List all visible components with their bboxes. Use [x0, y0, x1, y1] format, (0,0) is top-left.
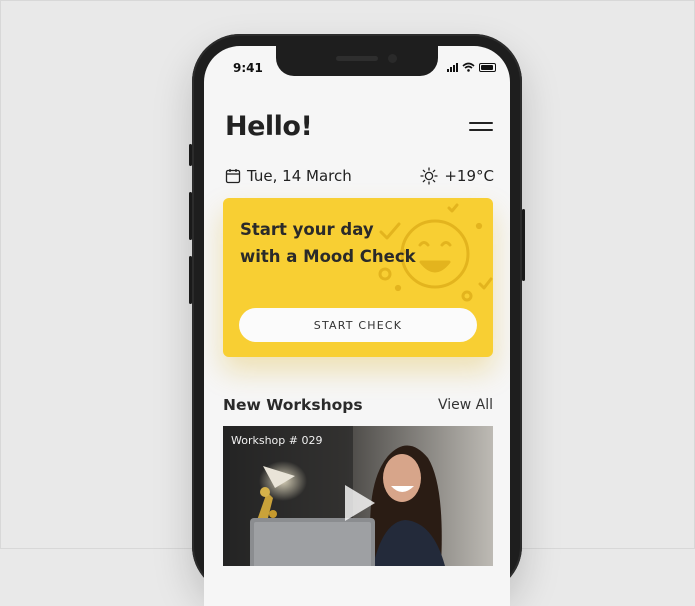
mood-card-title: Start your day with a Mood Check	[240, 216, 440, 270]
signal-icon	[447, 62, 458, 72]
mood-title-line2: with a Mood Check	[240, 247, 416, 266]
speaker	[336, 56, 378, 61]
status-icons	[447, 62, 496, 72]
phone-frame: 9:41 Hello! Tue, 14 March +19°C Start yo…	[189, 34, 525, 606]
date-label: Tue, 14 March	[247, 167, 352, 185]
power-button	[522, 209, 525, 281]
weather-info: +19°C	[420, 167, 494, 185]
workshops-title: New Workshops	[223, 396, 363, 414]
status-time: 9:41	[233, 61, 263, 75]
battery-icon	[479, 62, 496, 72]
mute-switch	[189, 144, 192, 166]
mood-check-card: Start your day with a Mood Check START C…	[223, 198, 493, 357]
volume-down-button	[189, 256, 192, 304]
workshops-header: New Workshops View All	[223, 396, 493, 414]
volume-up-button	[189, 192, 192, 240]
workshop-label: Workshop # 029	[231, 434, 323, 447]
workshop-card[interactable]: Workshop # 029	[223, 426, 493, 566]
app-screen: 9:41 Hello! Tue, 14 March +19°C Start yo…	[204, 46, 510, 606]
camera	[388, 54, 397, 63]
wifi-icon	[462, 62, 475, 72]
play-icon[interactable]	[339, 481, 379, 525]
mood-title-line1: Start your day	[240, 220, 374, 239]
view-all-link[interactable]: View All	[438, 397, 493, 413]
start-check-button[interactable]: START CHECK	[239, 308, 477, 342]
menu-icon[interactable]	[469, 122, 493, 136]
sun-icon	[420, 167, 439, 185]
page-title: Hello!	[225, 111, 313, 142]
notch	[276, 46, 438, 76]
date-weather-row: Tue, 14 March +19°C	[225, 167, 494, 185]
calendar-icon	[225, 169, 241, 184]
date-info: Tue, 14 March	[225, 167, 352, 185]
temperature-label: +19°C	[444, 167, 494, 185]
